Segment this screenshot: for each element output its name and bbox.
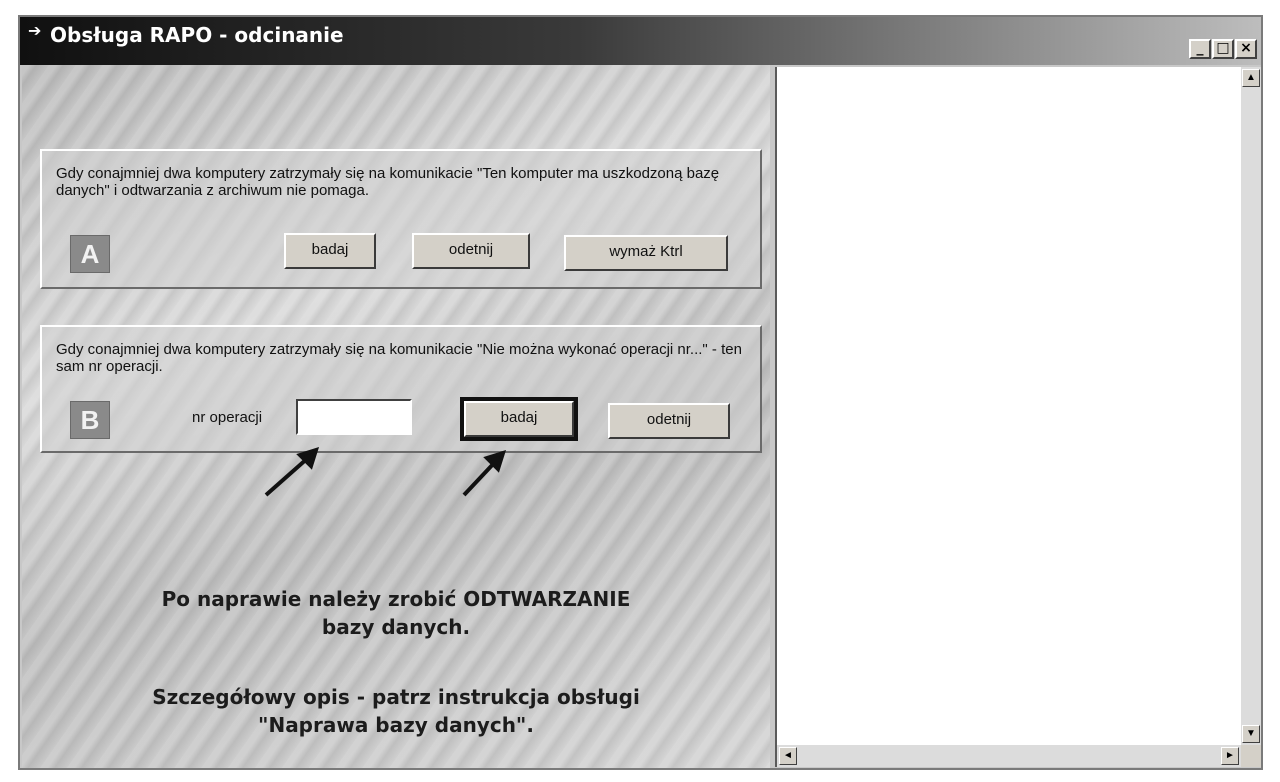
scroll-down-button[interactable]: ▼ [1242,725,1260,743]
maximize-button[interactable]: □ [1212,39,1234,59]
main-panel: Gdy conajmniej dwa komputery zatrzymały … [22,65,770,768]
note-line-1: Po naprawie należy zrobić ODTWARZANIE [161,587,631,611]
horizontal-scrollbar[interactable]: ◄ ► [777,745,1241,767]
minimize-button[interactable]: _ [1189,39,1211,59]
note-line-4: "Naprawa bazy danych". [258,713,534,737]
title-bar[interactable]: ➔ Obsługa RAPO - odcinanie _ □ × [20,17,1261,65]
annotation-arrows [264,446,507,497]
output-panel[interactable]: ▲ ▼ ◄ ► [775,67,1261,767]
app-icon: ➔ [28,21,42,40]
scroll-up-button[interactable]: ▲ [1242,69,1260,87]
note-line-3: Szczegółowy opis - patrz instrukcja obsł… [152,685,640,709]
note-line-2: bazy danych. [321,615,471,639]
close-button[interactable]: × [1235,39,1257,59]
scroll-left-button[interactable]: ◄ [779,747,797,765]
arrow-to-examine [462,459,498,497]
window-title: Obsługa RAPO - odcinanie [50,23,344,47]
scroll-right-button[interactable]: ► [1221,747,1239,765]
vertical-scrollbar[interactable]: ▲ ▼ [1241,67,1261,745]
app-window: ➔ Obsługa RAPO - odcinanie _ □ × Gdy con… [18,15,1263,770]
resize-grip[interactable] [1241,745,1261,767]
arrow-to-input [264,455,311,497]
